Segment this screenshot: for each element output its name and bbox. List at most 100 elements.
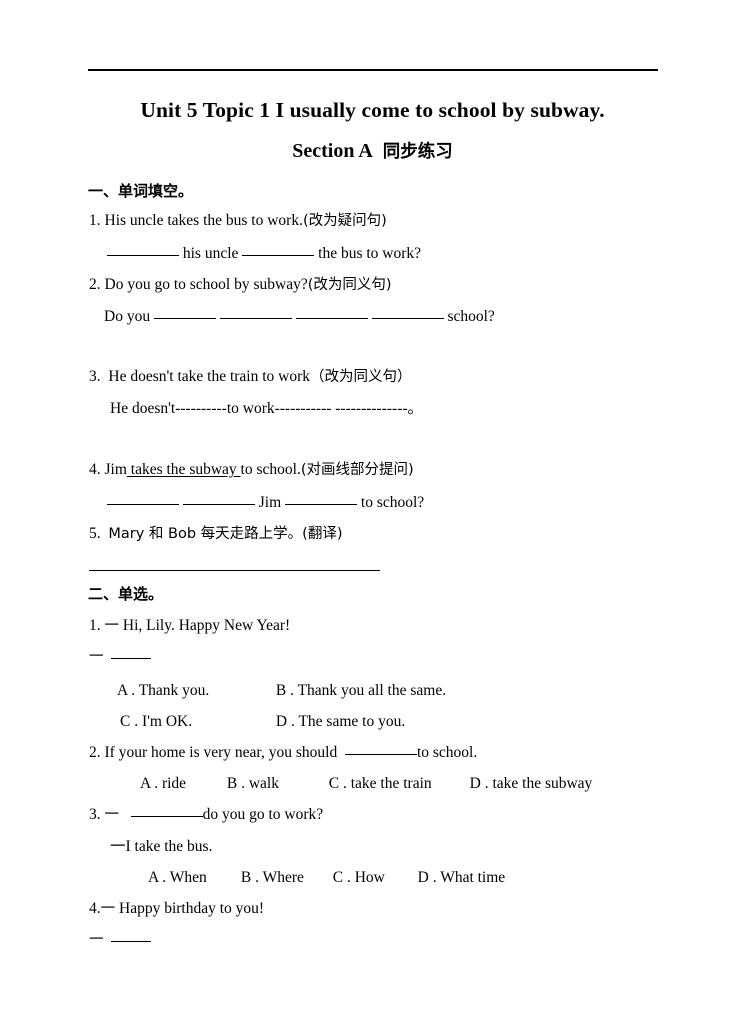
choice-question-2-options-row: A . ride B . walk C . take the train D .… bbox=[140, 775, 592, 793]
choice-question-3-reply: 一I take the bus. bbox=[110, 838, 213, 855]
answer-blank[interactable] bbox=[295, 318, 368, 319]
question-4-answer-mid: Jim bbox=[258, 494, 282, 511]
choice-question-1-number: 1. bbox=[89, 617, 101, 634]
question-1-prompt: 1. His uncle takes the bus to work.(改为疑问… bbox=[89, 212, 387, 230]
option-letter: D bbox=[417, 869, 429, 886]
option-a[interactable]: A . When bbox=[148, 869, 237, 887]
question-4-text-post: to school. bbox=[240, 461, 301, 478]
subtitle-chinese: 同步练习 bbox=[382, 142, 453, 162]
question-3-instruction: （改为同义句） bbox=[310, 369, 412, 385]
option-separator: . bbox=[131, 682, 136, 699]
option-text: What time bbox=[440, 869, 506, 886]
question-5-answer-rule[interactable] bbox=[89, 570, 380, 571]
option-a[interactable]: A . ride bbox=[140, 775, 223, 793]
option-d[interactable]: D . The same to you. bbox=[276, 713, 405, 731]
option-text: walk bbox=[248, 775, 279, 792]
subtitle-english: Section A bbox=[292, 140, 373, 162]
section-one-heading: 一、单词填空。 bbox=[88, 182, 194, 200]
option-separator: . bbox=[484, 775, 489, 792]
option-c[interactable]: C . I'm OK. bbox=[120, 713, 272, 731]
option-letter: C bbox=[120, 713, 131, 730]
choice-question-4-stem: 4.一 Happy birthday to you! bbox=[89, 900, 264, 918]
option-b[interactable]: B . Thank you all the same. bbox=[276, 682, 446, 700]
choice-question-2-text-post: to school. bbox=[416, 744, 478, 761]
option-letter: C bbox=[328, 775, 340, 792]
option-separator: . bbox=[154, 775, 159, 792]
option-text: Thank you. bbox=[138, 682, 210, 699]
option-separator: . bbox=[134, 713, 139, 730]
option-text: I'm OK. bbox=[141, 713, 193, 730]
option-letter: B bbox=[275, 682, 287, 699]
answer-blank[interactable] bbox=[371, 318, 444, 319]
option-text: Thank you all the same. bbox=[297, 682, 447, 699]
choice-question-3-stem: 3. 一 do you go to work? bbox=[89, 806, 323, 824]
option-separator: . bbox=[432, 869, 437, 886]
answer-blank[interactable] bbox=[107, 504, 179, 505]
answer-blank[interactable] bbox=[111, 941, 152, 942]
answer-blank[interactable] bbox=[130, 816, 203, 817]
answer-blank[interactable] bbox=[153, 318, 216, 319]
answer-blank[interactable] bbox=[111, 658, 152, 659]
question-2-number: 2. bbox=[89, 276, 101, 293]
option-separator: . bbox=[290, 713, 295, 730]
choice-question-2-number: 2. bbox=[89, 744, 101, 761]
choice-question-4-reply: 一 bbox=[89, 931, 152, 949]
dialogue-dash: 一 bbox=[89, 649, 104, 665]
option-d[interactable]: D . What time bbox=[418, 869, 506, 887]
dialogue-dash: 一 bbox=[100, 901, 116, 917]
answer-blank[interactable] bbox=[242, 255, 315, 256]
option-text: take the subway bbox=[492, 775, 593, 792]
choice-question-4-number: 4. bbox=[89, 900, 101, 917]
answer-blank[interactable] bbox=[285, 504, 358, 505]
option-separator: . bbox=[342, 775, 347, 792]
choice-question-3-number: 3. bbox=[89, 806, 101, 823]
page-title: Unit 5 Topic 1 I usually come to school … bbox=[140, 98, 605, 122]
choice-question-3-text-post: do you go to work? bbox=[202, 806, 324, 823]
option-separator: . bbox=[346, 869, 351, 886]
answer-blank[interactable] bbox=[182, 504, 255, 505]
question-1-text: His uncle takes the bus to work. bbox=[104, 212, 303, 229]
option-d[interactable]: D . take the subway bbox=[470, 775, 593, 793]
choice-question-2-text-pre: If your home is very near, you should bbox=[104, 744, 338, 761]
question-5-instruction: (翻译) bbox=[302, 526, 343, 542]
question-4-underlined-phrase: takes the subway bbox=[126, 461, 241, 478]
option-b[interactable]: B . Where bbox=[241, 869, 329, 887]
header-divider bbox=[88, 69, 658, 71]
question-2-text: Do you go to school by subway? bbox=[104, 276, 308, 293]
question-2-answer-pre: Do you bbox=[104, 308, 151, 325]
question-5-number: 5. bbox=[89, 525, 101, 542]
choice-question-3-options-row: A . When B . Where C . How D . What time bbox=[148, 869, 505, 887]
question-4-number: 4. bbox=[89, 461, 101, 478]
option-a[interactable]: A . Thank you. bbox=[117, 682, 272, 700]
dialogue-dash: 一 bbox=[104, 618, 120, 634]
question-5-prompt: 5. Mary 和 Bob 每天走路上学。(翻译) bbox=[89, 525, 343, 543]
dialogue-dash: 一 bbox=[89, 932, 104, 948]
answer-blank[interactable] bbox=[107, 255, 179, 256]
section-two-heading: 二、单选。 bbox=[88, 585, 164, 603]
question-1-answer-post: the bus to work? bbox=[318, 245, 422, 262]
question-1-instruction: (改为疑问句) bbox=[302, 213, 387, 229]
option-c[interactable]: C . How bbox=[333, 869, 414, 887]
question-1-answer-mid: his uncle bbox=[182, 245, 239, 262]
question-4-text-pre: Jim bbox=[104, 461, 127, 478]
dialogue-dash: 一 bbox=[104, 807, 120, 823]
option-text: The same to you. bbox=[298, 713, 406, 730]
option-separator: . bbox=[290, 682, 294, 699]
question-2-answer-line: Do you school? bbox=[104, 308, 495, 325]
option-text: When bbox=[169, 869, 207, 886]
answer-blank[interactable] bbox=[344, 754, 417, 755]
option-text: take the train bbox=[350, 775, 432, 792]
option-letter: A bbox=[148, 869, 159, 886]
answer-blank[interactable] bbox=[219, 318, 292, 319]
option-b[interactable]: B . walk bbox=[227, 775, 325, 793]
question-3-text: He doesn't take the train to work bbox=[108, 368, 311, 385]
question-4-instruction: (对画线部分提问) bbox=[300, 462, 414, 478]
question-5-text: Mary 和 Bob 每天走路上学。 bbox=[108, 526, 303, 542]
question-2-prompt: 2. Do you go to school by subway?(改为同义句) bbox=[89, 276, 392, 294]
question-4-answer-post: to school? bbox=[360, 494, 425, 511]
option-separator: . bbox=[255, 869, 259, 886]
question-3-answer-line[interactable]: He doesn't----------to work----------- -… bbox=[110, 400, 423, 417]
option-c[interactable]: C . take the train bbox=[329, 775, 466, 793]
choice-question-1-reply: 一 bbox=[89, 648, 152, 666]
option-text: How bbox=[354, 869, 385, 886]
